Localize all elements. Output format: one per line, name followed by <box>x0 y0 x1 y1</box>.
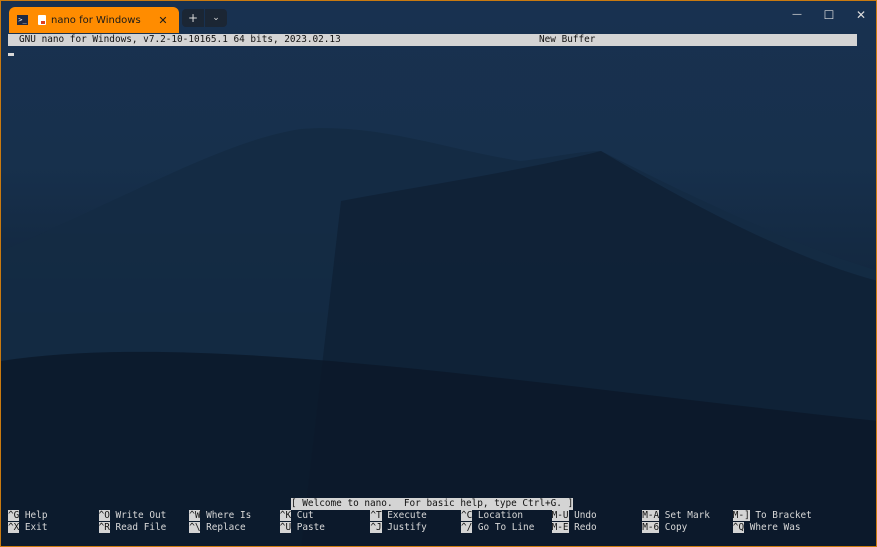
maximize-button[interactable]: ☐ <box>819 5 839 25</box>
shortcut-item: ^O Write Out <box>98 510 167 522</box>
shortcut-key: ^U <box>279 521 292 533</box>
shortcut-key: ^O <box>98 510 110 521</box>
new-tab-button[interactable]: + <box>182 9 204 27</box>
shortcut-label: Go To Line <box>477 521 535 533</box>
buffer-name: New Buffer <box>539 34 596 45</box>
nano-version: GNU nano for Windows, v7.2-10-10165.1 64… <box>19 34 341 45</box>
shortcut-key: M-A <box>642 510 660 521</box>
shortcut-item: ^R Read File <box>98 521 167 534</box>
shortcut-item: ^Q Where Was <box>732 521 801 534</box>
tab-title: nano for Windows <box>51 14 141 26</box>
shortcut-label: Redo <box>574 521 597 533</box>
text-cursor <box>8 53 14 56</box>
shortcut-item: M-A Set Mark <box>642 510 710 522</box>
shortcut-item: ^U Paste <box>279 521 325 534</box>
tab-close-icon[interactable]: ✕ <box>157 14 169 27</box>
shortcut-key: M-U <box>551 510 569 521</box>
shortcut-label: Cut <box>296 510 314 521</box>
shortcut-key: ^C <box>461 510 473 521</box>
shortcut-key: M-6 <box>642 521 660 533</box>
nano-header-bar: GNU nano for Windows, v7.2-10-10165.1 64… <box>8 34 857 46</box>
shortcut-label: Copy <box>664 521 688 533</box>
shortcut-item: M-E Redo <box>551 521 597 534</box>
file-icon <box>38 15 46 25</box>
shortcut-item: ^J Justify <box>370 521 427 534</box>
shortcut-label: Read File <box>115 521 167 533</box>
shortcut-key: ^Q <box>732 521 745 533</box>
shortcut-label: To Bracket <box>755 510 812 521</box>
shortcut-item: ^/ Go To Line <box>461 521 535 534</box>
tab-nano[interactable]: >_ nano for Windows ✕ <box>9 7 179 33</box>
shortcut-item: M-6 Copy <box>642 521 688 534</box>
shortcut-label: Where Is <box>206 510 252 521</box>
tab-dropdown-button[interactable]: ⌄ <box>205 9 227 27</box>
shortcut-label: Exit <box>24 521 48 533</box>
shortcut-item: M-] To Bracket <box>732 510 812 522</box>
shortcut-item: ^K Cut <box>279 510 314 522</box>
shortcut-key: ^X <box>8 521 20 533</box>
shortcut-item: ^W Where Is <box>189 510 251 522</box>
shortcut-key: ^W <box>189 510 201 521</box>
shortcut-key: ^J <box>370 521 382 533</box>
shortcut-key: M-] <box>732 510 750 521</box>
shortcut-item: ^X Exit <box>8 521 48 534</box>
shortcut-key: ^K <box>279 510 292 521</box>
shortcut-item: ^\ Replace <box>189 521 246 534</box>
shortcut-label: Paste <box>296 521 325 533</box>
close-window-button[interactable]: ✕ <box>851 5 871 25</box>
shortcut-item: ^G Help <box>8 510 47 522</box>
powershell-icon: >_ <box>17 15 28 25</box>
shortcut-label: Write Out <box>115 510 167 521</box>
shortcut-key: M-E <box>551 521 569 533</box>
terminal-window: >_ nano for Windows ✕ + ⌄ — ☐ ✕ GNU nano… <box>0 0 877 547</box>
shortcut-label: Justify <box>387 521 427 533</box>
shortcut-key: ^\ <box>189 521 201 533</box>
minimize-button[interactable]: — <box>787 5 807 25</box>
title-bar: >_ nano for Windows ✕ + ⌄ — ☐ ✕ <box>1 1 876 33</box>
shortcut-item: M-U Undo <box>551 510 597 522</box>
shortcut-label: Set Mark <box>664 510 710 521</box>
shortcut-key: ^G <box>8 510 20 521</box>
shortcut-label: Location <box>477 510 524 521</box>
shortcut-label: Where Was <box>749 521 801 533</box>
shortcut-label: Execute <box>387 510 427 521</box>
desert-wallpaper <box>1 128 876 546</box>
shortcut-label: Undo <box>574 510 597 521</box>
shortcut-key: ^R <box>98 521 110 533</box>
shortcut-item: ^C Location <box>461 510 523 522</box>
shortcut-key: ^T <box>370 510 382 521</box>
shortcut-item: ^T Execute <box>370 510 427 522</box>
shortcut-label: Help <box>24 510 48 521</box>
shortcut-label: Replace <box>206 521 246 533</box>
shortcut-key: ^/ <box>461 521 473 533</box>
status-message: [ Welcome to nano. For basic help, type … <box>291 498 574 510</box>
